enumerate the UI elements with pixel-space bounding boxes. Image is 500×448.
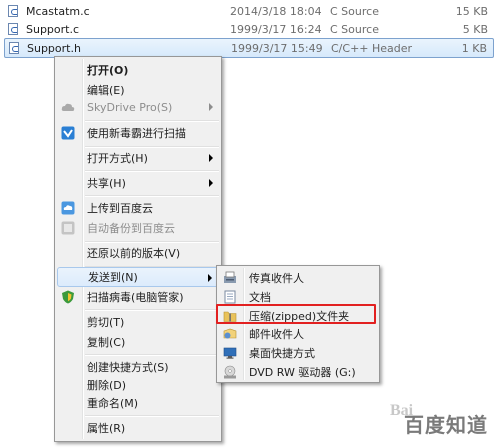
menu-item-label: 删除(D) — [87, 379, 127, 392]
send-to-fax[interactable]: 传真收件人 — [219, 268, 377, 288]
menu-separator — [85, 195, 219, 197]
menu-item-open-with[interactable]: 打开方式(H) — [57, 148, 219, 168]
menu-item-label: 创建快捷方式(S) — [87, 361, 169, 374]
menu-item-share[interactable]: 共享(H) — [57, 173, 219, 193]
submenu-arrow-icon — [209, 154, 213, 162]
submenu-arrow-icon — [209, 179, 213, 187]
shield-scan-icon — [61, 126, 75, 140]
menu-item-label: 打开(O) — [87, 64, 129, 77]
file-row-support-h[interactable]: Support.h 1999/3/17 15:49 C/C++ Header 1… — [4, 38, 494, 58]
menu-item-auto-backup-baidu[interactable]: 自动备份到百度云 — [57, 218, 219, 238]
menu-item-label: 还原以前的版本(V) — [87, 247, 181, 260]
menu-item-copy[interactable]: 复制(C) — [57, 332, 219, 352]
menu-item-label: 复制(C) — [87, 336, 126, 349]
fax-icon — [224, 271, 236, 283]
menu-item-label: 桌面快捷方式 — [249, 347, 315, 360]
menu-separator — [85, 354, 219, 356]
dvd-drive-icon — [224, 365, 236, 379]
menu-item-scan-virus[interactable]: 扫描病毒(电脑管家) — [57, 287, 219, 307]
menu-item-label: 剪切(T) — [87, 316, 125, 329]
shield-icon — [62, 290, 74, 304]
c-source-file-icon — [8, 5, 18, 17]
menu-item-scan-new-duba[interactable]: 使用新毒霸进行扫描 — [57, 123, 219, 143]
cloud-icon — [61, 103, 75, 111]
menu-item-label: 发送到(N) — [88, 271, 138, 284]
send-to-desktop-shortcut[interactable]: 桌面快捷方式 — [219, 343, 377, 363]
file-date: 1999/3/17 15:49 — [231, 41, 323, 55]
menu-item-label: 编辑(E) — [87, 84, 125, 97]
mail-icon — [223, 328, 237, 339]
menu-item-send-to[interactable]: 发送到(N) — [57, 267, 219, 287]
send-to-mail[interactable]: 邮件收件人 — [219, 324, 377, 344]
menu-item-label: 共享(H) — [87, 177, 126, 190]
watermark-text: 百度知道 — [404, 413, 488, 437]
menu-item-cut[interactable]: 剪切(T) — [57, 312, 219, 332]
menu-item-label: SkyDrive Pro(S) — [87, 100, 173, 114]
menu-item-label: 属性(R) — [87, 422, 126, 435]
file-name: Support.c — [26, 22, 80, 36]
file-row-mcastatm[interactable]: Mcastatm.c 2014/3/18 18:04 C Source 15 K… — [4, 2, 494, 20]
menu-item-label: 重命名(M) — [87, 397, 139, 410]
c-source-file-icon — [8, 23, 18, 35]
menu-item-label: 文档 — [249, 291, 271, 304]
menu-item-label: 自动备份到百度云 — [87, 222, 175, 235]
file-type: C Source — [330, 22, 379, 36]
menu-item-label: 上传到百度云 — [87, 202, 153, 215]
file-date: 1999/3/17 16:24 — [230, 22, 322, 36]
menu-item-delete[interactable]: 删除(D) — [57, 375, 219, 395]
menu-item-restore-previous[interactable]: 还原以前的版本(V) — [57, 243, 219, 263]
file-size: 1 KB — [461, 41, 487, 55]
submenu-arrow-icon — [209, 103, 213, 111]
desktop-icon — [223, 347, 237, 359]
file-row-support-c[interactable]: Support.c 1999/3/17 16:24 C Source 5 KB — [4, 20, 494, 38]
menu-item-label: 使用新毒霸进行扫描 — [87, 127, 186, 140]
highlight-annotation-box — [216, 304, 376, 324]
menu-item-open[interactable]: 打开(O) — [57, 60, 219, 80]
file-type: C Source — [330, 4, 379, 18]
menu-item-properties[interactable]: 属性(R) — [57, 418, 219, 438]
menu-item-label: 扫描病毒(电脑管家) — [87, 291, 184, 304]
backup-icon — [61, 221, 75, 235]
header-file-icon — [9, 42, 19, 54]
menu-item-create-shortcut[interactable]: 创建快捷方式(S) — [57, 357, 219, 377]
menu-item-upload-baidu[interactable]: 上传到百度云 — [57, 198, 219, 218]
file-size: 15 KB — [455, 4, 488, 18]
file-size: 5 KB — [462, 22, 488, 36]
context-menu: 打开(O) 编辑(E) SkyDrive Pro(S) 使用新毒霸进行扫描 打开… — [54, 56, 222, 442]
send-to-dvd-drive[interactable]: DVD RW 驱动器 (G:) — [219, 362, 377, 382]
submenu-arrow-icon — [208, 274, 212, 282]
menu-separator — [85, 120, 219, 122]
menu-separator — [85, 170, 219, 172]
menu-item-label: DVD RW 驱动器 (G:) — [249, 366, 356, 379]
document-icon — [224, 290, 236, 304]
send-to-submenu: 传真收件人 文档 压缩(zipped)文件夹 邮件收件人 桌面快捷方式 DVD … — [216, 265, 380, 383]
menu-item-label: 邮件收件人 — [249, 328, 304, 341]
baidu-watermark: Bai 百度知道 — [390, 402, 494, 442]
menu-separator — [85, 415, 219, 417]
file-type: C/C++ Header — [331, 41, 413, 55]
file-date: 2014/3/18 18:04 — [230, 4, 322, 18]
menu-separator — [85, 309, 219, 311]
baidu-cloud-icon — [61, 201, 75, 215]
menu-item-skydrive[interactable]: SkyDrive Pro(S) — [57, 97, 219, 117]
menu-item-label: 传真收件人 — [249, 272, 304, 285]
menu-item-label: 打开方式(H) — [87, 152, 148, 165]
menu-item-rename[interactable]: 重命名(M) — [57, 393, 219, 413]
file-name: Support.h — [27, 41, 81, 55]
file-name: Mcastatm.c — [26, 4, 90, 18]
